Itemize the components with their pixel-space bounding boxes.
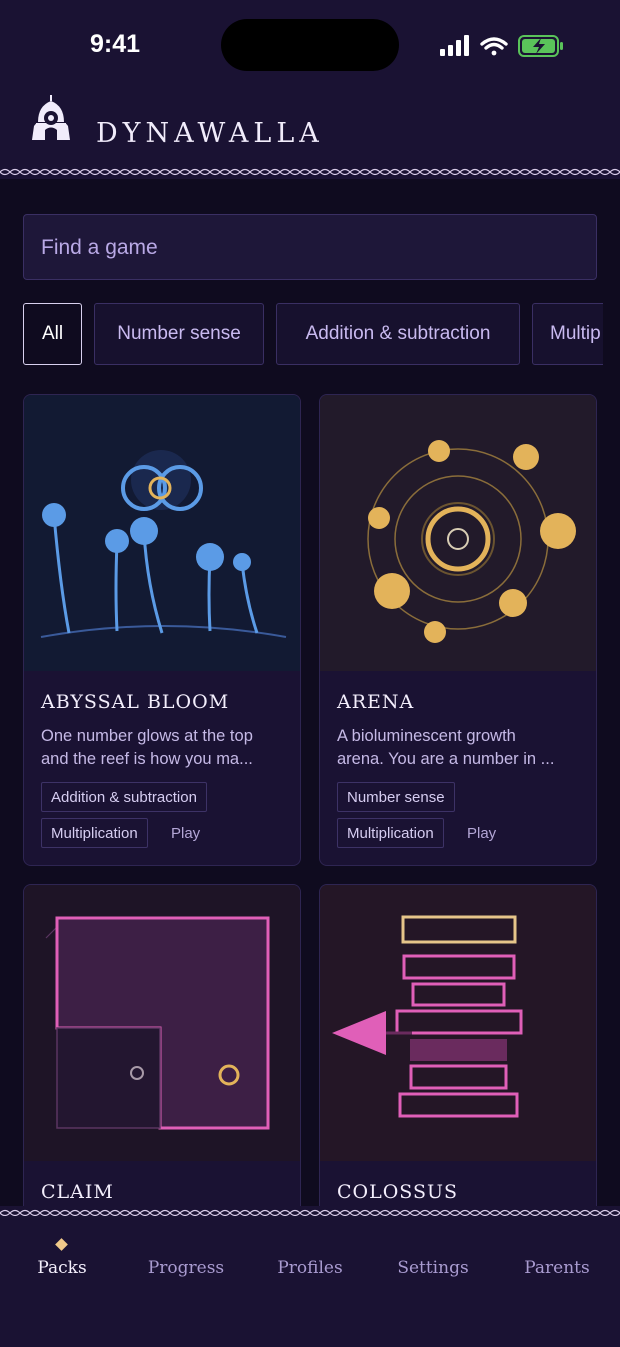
game-description-line: One number glows at the top <box>41 727 253 745</box>
game-description: A bioluminescent growth arena. You are a… <box>337 725 585 771</box>
filter-chip-all[interactable]: All <box>23 303 82 365</box>
game-description-line: A bioluminescent growth <box>337 727 516 745</box>
tag-multiplication: Multiplication <box>41 818 148 848</box>
wifi-icon <box>480 37 508 56</box>
arena-artwork <box>320 395 596 671</box>
game-card-arena[interactable]: ARENA A bioluminescent growth arena. You… <box>319 394 597 866</box>
game-card-colossus[interactable]: COLOSSUS <box>319 884 597 1208</box>
tab-profiles[interactable]: Profiles <box>272 1258 348 1278</box>
status-time: 9:41 <box>90 30 141 58</box>
game-title: ABYSSAL BLOOM <box>41 691 230 713</box>
game-card-claim[interactable]: CLAIM <box>23 884 301 1208</box>
app-brand-title: DYNAWALLA <box>96 118 324 149</box>
filter-chip-number-sense[interactable]: Number sense <box>94 303 264 365</box>
game-title: COLOSSUS <box>337 1181 459 1203</box>
game-title: CLAIM <box>41 1181 114 1203</box>
bottom-tab-bar: Packs Progress Profiles Settings Parents <box>0 1216 620 1347</box>
claim-artwork <box>24 885 300 1161</box>
search-placeholder: Find a game <box>41 236 158 259</box>
system-icons <box>440 35 563 57</box>
tab-progress[interactable]: Progress <box>145 1258 227 1278</box>
game-card-abyssal-bloom[interactable]: ABYSSAL BLOOM One number glows at the to… <box>23 394 301 866</box>
filter-chips: All Number sense Addition & subtraction … <box>23 303 603 365</box>
filter-chip-multiplication[interactable]: Multip <box>532 303 603 365</box>
play-link[interactable]: Play <box>467 825 496 842</box>
dynamic-island <box>221 19 399 71</box>
tab-packs[interactable]: Packs <box>30 1258 94 1278</box>
game-description: One number glows at the top and the reef… <box>41 725 289 771</box>
main-content: Find a game All Number sense Addition & … <box>0 182 620 1208</box>
tab-settings[interactable]: Settings <box>393 1258 473 1278</box>
tab-parents[interactable]: Parents <box>520 1258 594 1278</box>
app-header: DYNAWALLA <box>0 88 620 168</box>
play-link[interactable]: Play <box>171 825 200 842</box>
game-description-line: and the reef is how you ma... <box>41 750 253 768</box>
temple-logo-icon <box>32 95 70 140</box>
filter-chip-addition-subtraction[interactable]: Addition & subtraction <box>276 303 520 365</box>
signal-icon <box>440 35 469 56</box>
status-bar: 9:41 <box>0 0 620 88</box>
game-title: ARENA <box>337 691 415 713</box>
header-divider <box>0 165 620 179</box>
search-input[interactable]: Find a game <box>23 214 597 280</box>
tag-multiplication: Multiplication <box>337 818 444 848</box>
abyssal-bloom-artwork <box>24 395 300 671</box>
colossus-artwork <box>320 885 596 1161</box>
game-description-line: arena. You are a number in ... <box>337 750 555 768</box>
tag-number-sense: Number sense <box>337 782 455 812</box>
battery-charging-icon <box>518 35 563 57</box>
active-tab-indicator-icon <box>55 1238 68 1251</box>
tag-addition-subtraction: Addition & subtraction <box>41 782 207 812</box>
